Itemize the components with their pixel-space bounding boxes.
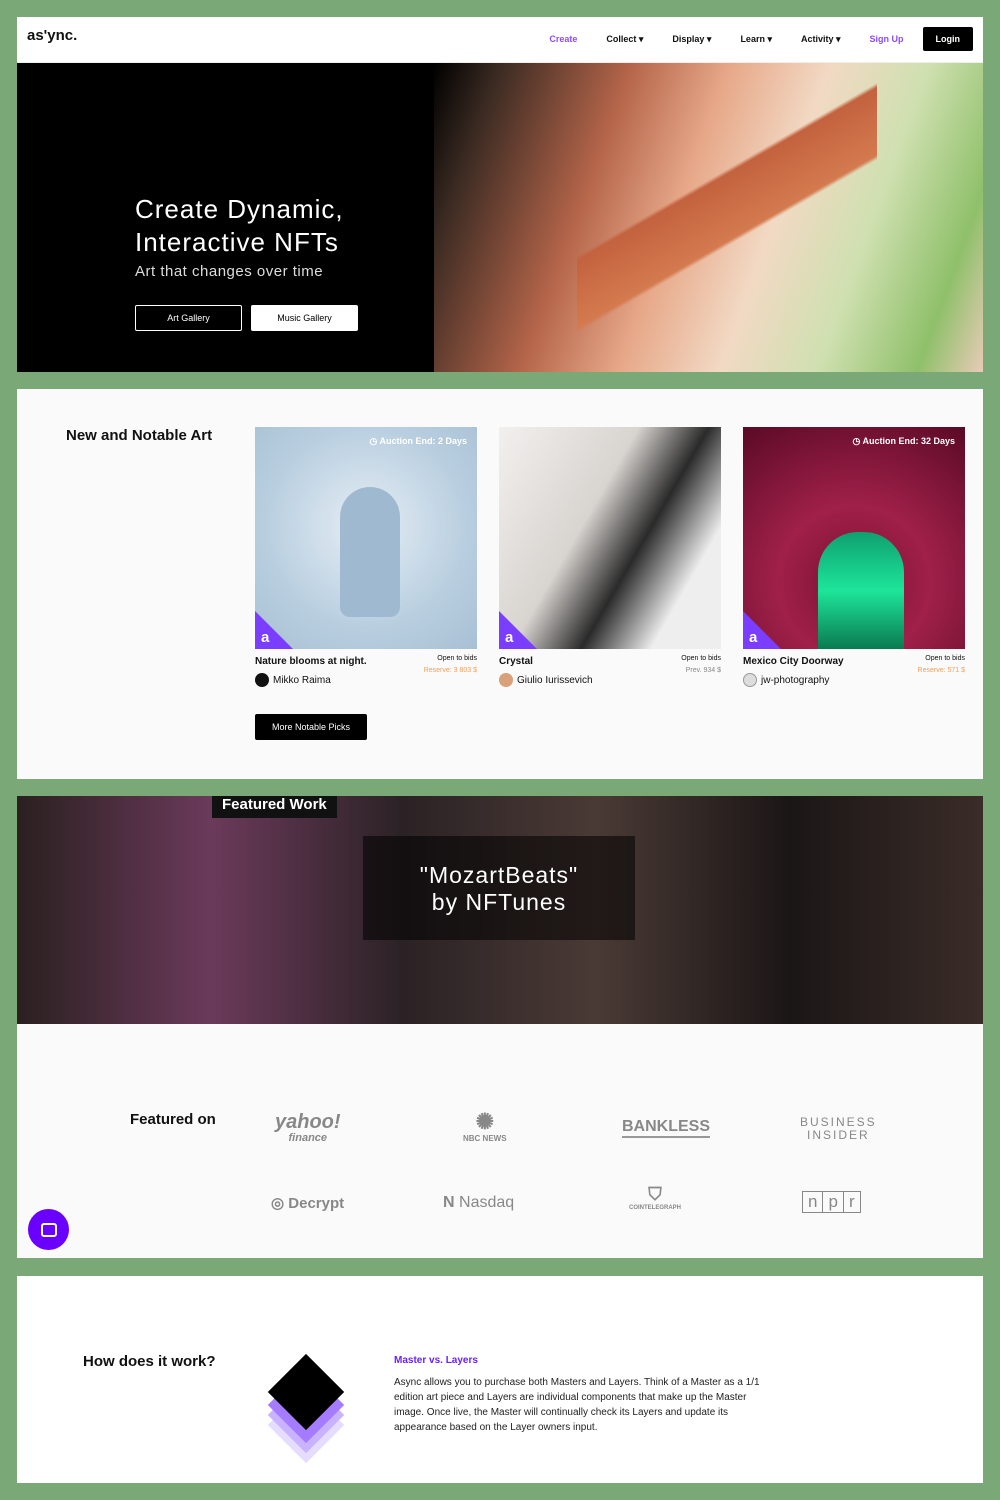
featured-title[interactable]: "MozartBeats" by NFTunes — [363, 836, 635, 940]
async-badge-letter: a — [505, 629, 514, 646]
nav-create[interactable]: Create — [549, 34, 577, 44]
business-insider-logo: BUSINESS INSIDER — [800, 1116, 877, 1142]
art-image[interactable]: ◷ Auction End: 32 Days a — [743, 427, 965, 649]
art-price: Reserve: 3 803 $ — [423, 667, 477, 674]
chat-button[interactable] — [28, 1209, 69, 1250]
notable-section: New and Notable Art ◷ Auction End: 2 Day… — [17, 389, 983, 779]
section-heading: How does it work? — [83, 1353, 216, 1370]
top-nav: as'ync. Create Collect ▾ Display ▾ Learn… — [17, 17, 983, 63]
hero-title-line2: Interactive NFTs — [135, 227, 339, 257]
nav-learn[interactable]: Learn ▾ — [740, 34, 772, 45]
art-price: Prev. 934 $ — [685, 667, 721, 674]
avatar — [743, 673, 757, 687]
art-title[interactable]: Mexico City Doorway — [743, 656, 844, 667]
artist-name[interactable]: jw-photography — [761, 675, 829, 686]
logo-text: Nasdaq — [459, 1194, 515, 1211]
signup-link[interactable]: Sign Up — [870, 34, 904, 44]
bid-status: Open to bids — [925, 655, 965, 662]
featured-work-banner[interactable]: Featured Work "MozartBeats" by NFTunes — [17, 796, 983, 1024]
bid-status: Open to bids — [681, 655, 721, 662]
artist-link[interactable]: jw-photography — [743, 673, 829, 687]
logo-text: n — [803, 1192, 824, 1212]
hero-subtitle: Art that changes over time — [135, 263, 324, 280]
master-vs-layers-title: Master vs. Layers — [394, 1355, 478, 1366]
logo-text: COINTELEGRAPH — [629, 1205, 682, 1211]
section-heading: Featured on — [130, 1111, 216, 1128]
auction-timer: ◷ Auction End: 2 Days — [369, 436, 467, 446]
logo-text: yahoo! — [275, 1111, 341, 1133]
featured-title-line2: by NFTunes — [431, 889, 567, 915]
artist-link[interactable]: Giulio Iurissevich — [499, 673, 593, 687]
avatar — [255, 673, 269, 687]
more-notable-button[interactable]: More Notable Picks — [255, 714, 368, 740]
art-card[interactable]: a Crystal Open to bids Prev. 934 $ Giuli… — [499, 427, 721, 687]
async-badge-letter: a — [749, 629, 758, 646]
peacock-icon: ✺ — [475, 1109, 494, 1134]
nasdaq-logo: N Nasdaq — [443, 1194, 515, 1211]
logo-text: Decrypt — [288, 1195, 345, 1212]
logo-text: INSIDER — [807, 1128, 870, 1142]
art-image[interactable]: ◷ Auction End: 2 Days a — [255, 427, 477, 649]
master-vs-layers-text: Async allows you to purchase both Master… — [394, 1377, 760, 1433]
tree-trunk-illustration — [577, 63, 877, 372]
art-card[interactable]: ◷ Auction End: 32 Days a Mexico City Doo… — [743, 427, 965, 687]
art-title[interactable]: Crystal — [499, 656, 533, 667]
logo-text: NBC NEWS — [463, 1134, 507, 1143]
art-price: Reserve: 571 $ — [917, 667, 965, 674]
art-card[interactable]: ◷ Auction End: 2 Days a Nature blooms at… — [255, 427, 477, 687]
featured-title-line1: "MozartBeats" — [419, 862, 579, 888]
nav-activity[interactable]: Activity ▾ — [801, 34, 841, 45]
nav-collect[interactable]: Collect ▾ — [606, 34, 643, 45]
npr-logo: npr — [802, 1191, 861, 1213]
section-heading: New and Notable Art — [66, 427, 213, 444]
logo-text: p — [823, 1192, 844, 1212]
how-it-works-section: How does it work? Master vs. Layers Asyn… — [17, 1276, 983, 1483]
async-logo[interactable]: as'ync. — [27, 27, 77, 44]
auction-text: Auction End: 2 Days — [379, 436, 467, 446]
auction-timer: ◷ Auction End: 32 Days — [852, 436, 955, 446]
login-button[interactable]: Login — [922, 27, 973, 51]
artist-name[interactable]: Giulio Iurissevich — [517, 675, 593, 686]
chat-icon — [40, 1222, 57, 1237]
green-door — [818, 532, 904, 649]
figure-shape — [340, 487, 400, 617]
art-gallery-button[interactable]: Art Gallery — [135, 305, 242, 331]
hero-banner: Create Dynamic, Interactive NFTs Art that… — [17, 63, 983, 372]
nav-display[interactable]: Display ▾ — [672, 34, 711, 45]
logo-text: r — [848, 1192, 855, 1211]
art-title[interactable]: Nature blooms at night. — [255, 656, 367, 667]
artist-name[interactable]: Mikko Raima — [273, 675, 331, 686]
async-badge-letter: a — [261, 629, 270, 646]
hero-title-line1: Create Dynamic, — [135, 194, 344, 224]
bid-status: Open to bids — [437, 655, 477, 662]
avatar — [499, 673, 513, 687]
bankless-logo: BANKLESS — [622, 1118, 711, 1138]
music-gallery-button[interactable]: Music Gallery — [251, 305, 358, 331]
featured-on-section: Featured on yahoo! finance ✺ NBC NEWS BANK… — [17, 1024, 983, 1258]
hero-title: Create Dynamic, Interactive NFTs — [135, 193, 344, 259]
cointelegraph-icon: ⛉ — [648, 1184, 662, 1204]
artist-link[interactable]: Mikko Raima — [255, 673, 331, 687]
featured-tag: Featured Work — [212, 796, 337, 818]
cointelegraph-logo: ⛉ COINTELEGRAPH — [629, 1184, 681, 1211]
yahoo-finance-logo: yahoo! finance — [275, 1111, 341, 1146]
nbc-news-logo: ✺ NBC NEWS — [463, 1109, 507, 1144]
art-image[interactable]: a — [499, 427, 721, 649]
decrypt-logo: ◎ Decrypt — [271, 1195, 345, 1212]
auction-text: Auction End: 32 Days — [862, 436, 955, 446]
